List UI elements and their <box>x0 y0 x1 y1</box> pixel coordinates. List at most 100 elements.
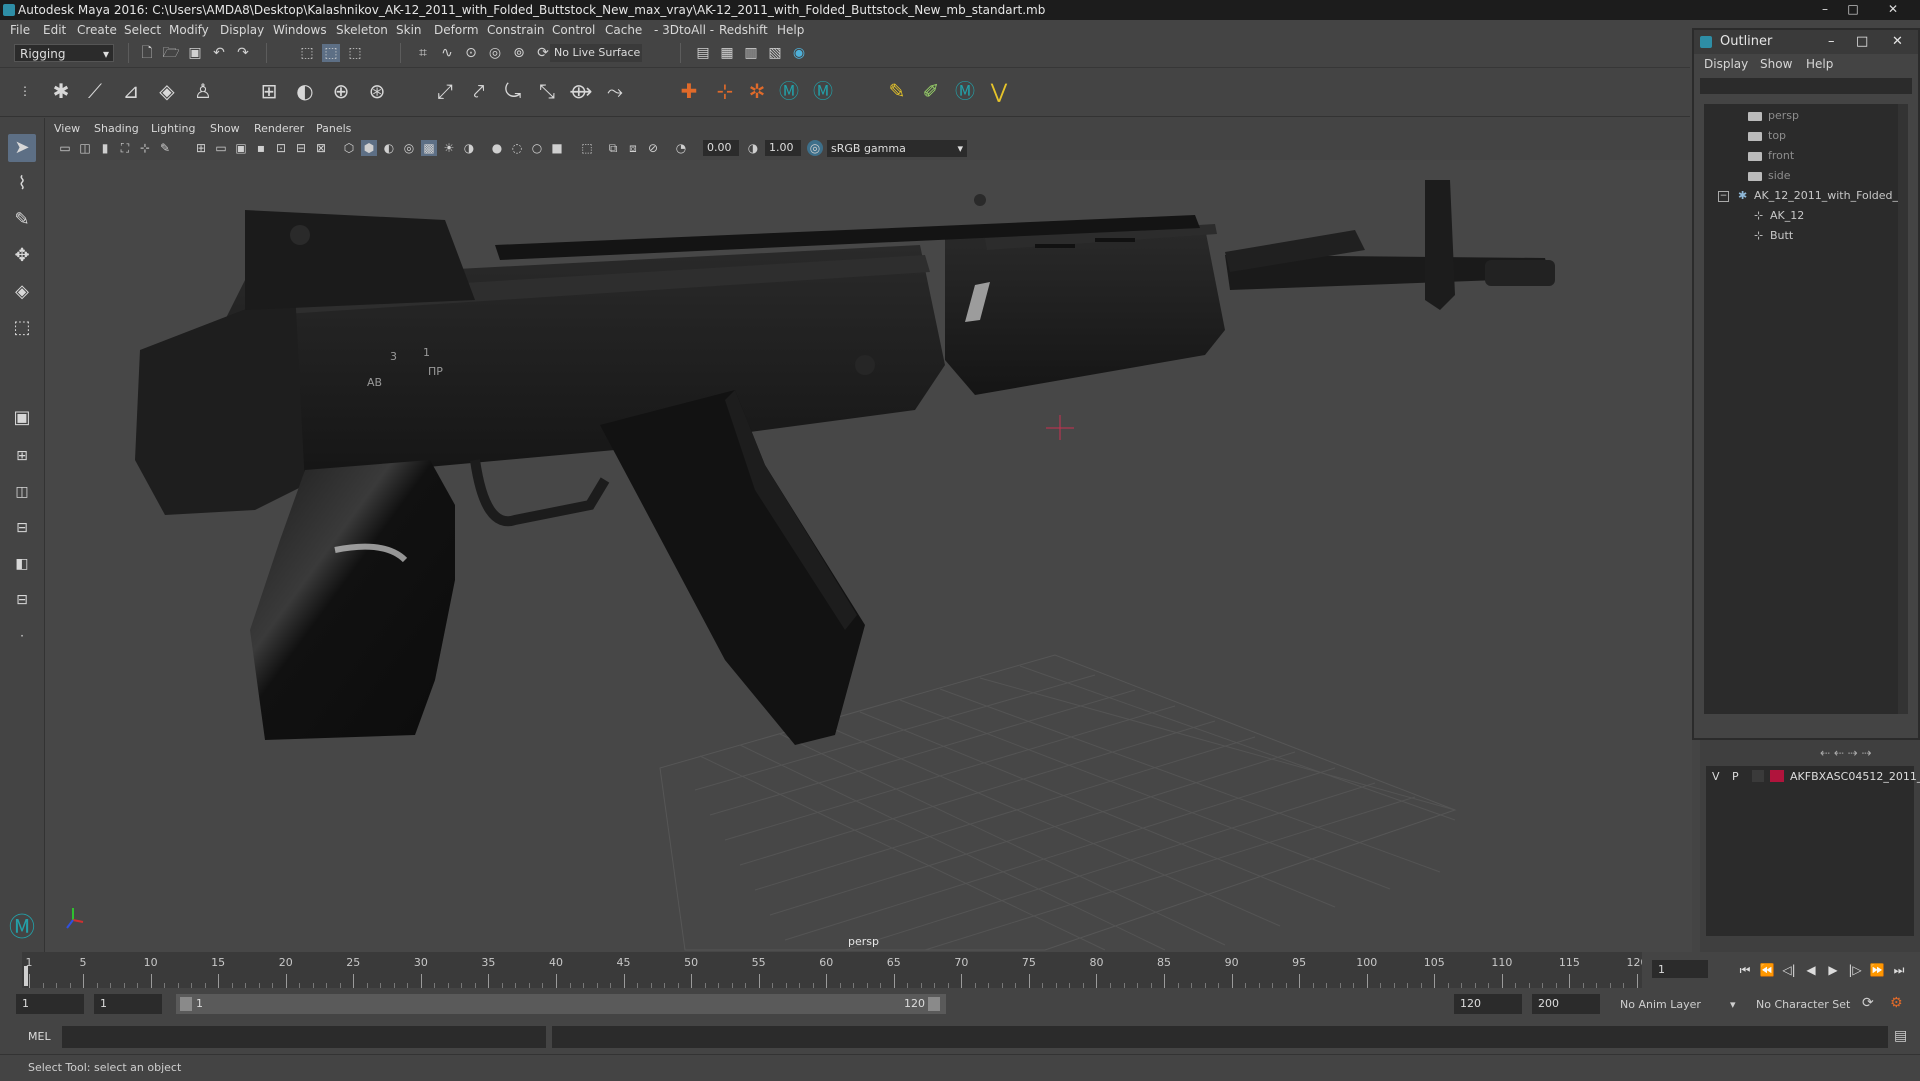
screen-space-ao-icon[interactable]: ● <box>489 140 505 156</box>
outliner-vscrollbar[interactable] <box>1898 104 1908 714</box>
2d-pan-zoom-icon[interactable]: ⊹ <box>137 140 153 156</box>
color-management-icon[interactable]: ◎ <box>807 140 823 156</box>
layer-playback-toggle[interactable]: P <box>1732 770 1739 783</box>
snap-grid-icon[interactable]: ⌗ <box>414 44 432 62</box>
menu-modify[interactable]: Modify <box>169 23 209 37</box>
motion-blur-icon[interactable]: ◌ <box>509 140 525 156</box>
step-forward-key-icon[interactable]: ⏩ <box>1868 962 1886 978</box>
maximize-button[interactable]: □ <box>1842 2 1864 17</box>
exposure-icon[interactable]: ◔ <box>673 140 689 156</box>
outliner-menu-display[interactable]: Display <box>1704 57 1748 71</box>
bookmark-icon[interactable]: ▮ <box>97 140 113 156</box>
menu-skeleton[interactable]: Skeleton <box>336 23 388 37</box>
panel-menu-lighting[interactable]: Lighting <box>151 122 195 135</box>
list-item[interactable]: side <box>1704 166 1908 186</box>
mocap-icon[interactable]: Ⓜ <box>952 78 978 104</box>
script-editor-icon[interactable]: ▤ <box>1894 1028 1910 1044</box>
render-view-icon[interactable]: ▧ <box>766 44 784 62</box>
redo-icon[interactable]: ↷ <box>234 44 252 62</box>
snap-view-icon[interactable]: ◎ <box>486 44 504 62</box>
step-back-key-icon[interactable]: ⏪ <box>1758 962 1776 978</box>
playback-end-field[interactable]: 120 <box>1454 994 1522 1014</box>
humanik-icon[interactable]: ♙ <box>190 78 216 104</box>
layer-ref-toggle[interactable] <box>1752 770 1764 782</box>
anti-aliasing-icon[interactable]: ○ <box>529 140 545 156</box>
exposure-field[interactable]: 0.00 <box>703 140 739 156</box>
outliner-menu-show[interactable]: Show <box>1760 57 1792 71</box>
list-item[interactable]: top <box>1704 126 1908 146</box>
cluster-handle-icon[interactable]: ⊹ <box>712 78 738 104</box>
use-all-lights-icon[interactable]: ☀ <box>441 140 457 156</box>
outliner-layout-icon[interactable]: ⊟ <box>8 586 36 614</box>
move-tool-icon[interactable]: ✥ <box>8 242 36 270</box>
command-input[interactable] <box>62 1026 546 1048</box>
script-language-toggle[interactable]: MEL <box>28 1030 51 1043</box>
point-constraint-icon[interactable]: ⤢ <box>432 78 458 104</box>
step-forward-frame-icon[interactable]: |▷ <box>1846 962 1864 978</box>
textured-icon[interactable]: ▩ <box>421 140 437 156</box>
rotate-tool-icon[interactable]: ◈ <box>8 278 36 306</box>
menu-skin[interactable]: Skin <box>396 23 422 37</box>
play-backward-icon[interactable]: ◀ <box>1802 962 1820 978</box>
save-scene-icon[interactable]: ▣ <box>186 44 204 62</box>
field-chart-icon[interactable]: ⊡ <box>273 140 289 156</box>
minimize-button[interactable]: – <box>1814 2 1836 17</box>
scale-constraint-icon[interactable]: ⤡ <box>534 78 560 104</box>
depth-of-field-icon[interactable]: ■ <box>549 140 565 156</box>
pole-vector-icon[interactable]: ⤳ <box>602 78 628 104</box>
ik-handle-icon[interactable]: ⟋ <box>82 78 108 104</box>
list-item[interactable]: ⊹ Butt <box>1704 226 1908 246</box>
outliner-maximize-button[interactable]: □ <box>1856 30 1868 54</box>
safe-title-icon[interactable]: ⊠ <box>313 140 329 156</box>
four-view-layout-icon[interactable]: ⊞ <box>8 442 36 470</box>
anim-layer-dropdown[interactable]: No Anim Layer ▾ <box>1620 998 1736 1011</box>
x-ray-joints-icon[interactable]: ⧈ <box>625 140 641 156</box>
new-scene-icon[interactable]: 🗋 <box>138 44 156 62</box>
menu-3dtoall[interactable]: - 3DtoAll - <box>654 23 714 37</box>
live-surface-field[interactable]: No Live Surface <box>550 44 642 62</box>
image-plane-icon[interactable]: ⛶ <box>117 140 133 156</box>
panel-menu-view[interactable]: View <box>54 122 80 135</box>
outliner-filter-field[interactable] <box>1700 78 1912 94</box>
list-item[interactable]: − ✱ AK_12_2011_with_Folded_B <box>1704 186 1908 206</box>
resolution-gate-icon[interactable]: ▣ <box>233 140 249 156</box>
persp-graph-layout-icon[interactable]: ⊟ <box>8 514 36 542</box>
paint-weights-icon[interactable]: ✎ <box>884 78 910 104</box>
menu-constrain[interactable]: Constrain <box>487 23 545 37</box>
hypershade-icon[interactable]: ◉ <box>790 44 808 62</box>
grid-icon[interactable]: ⊞ <box>193 140 209 156</box>
smooth-shade-icon[interactable]: ⬢ <box>361 140 377 156</box>
ipr-render-icon[interactable]: ▥ <box>742 44 760 62</box>
camera-select-icon[interactable]: ▭ <box>57 140 73 156</box>
step-back-frame-icon[interactable]: ◁| <box>1780 962 1798 978</box>
default-material-icon[interactable]: ◐ <box>381 140 397 156</box>
humanik-control-icon[interactable]: Ⓜ <box>810 78 836 104</box>
locator-icon[interactable]: ✚ <box>676 78 702 104</box>
list-item[interactable]: front <box>1704 146 1908 166</box>
wireframe-on-shaded-icon[interactable]: ◎ <box>401 140 417 156</box>
range-start-handle[interactable] <box>180 997 192 1011</box>
grease-pencil-icon[interactable]: ✎ <box>157 140 173 156</box>
play-forward-icon[interactable]: ▶ <box>1824 962 1842 978</box>
menu-file[interactable]: File <box>10 23 30 37</box>
close-button[interactable]: ✕ <box>1882 2 1904 17</box>
gate-mask-icon[interactable]: ▪ <box>253 140 269 156</box>
menu-windows[interactable]: Windows <box>273 23 327 37</box>
bind-skin-icon[interactable]: ◈ <box>154 78 180 104</box>
blendshape-icon[interactable]: ⊛ <box>364 78 390 104</box>
scale-tool-icon[interactable]: ⬚ <box>8 314 36 342</box>
layer-visible-toggle[interactable]: V <box>1712 770 1720 783</box>
go-to-start-icon[interactable]: ⏮ <box>1736 962 1754 978</box>
anim-start-field[interactable]: 1 <box>16 994 84 1014</box>
snap-live-icon[interactable]: ⊚ <box>510 44 528 62</box>
panel-menu-panels[interactable]: Panels <box>316 122 351 135</box>
lasso-tool-icon[interactable]: ⌇ <box>8 170 36 198</box>
auto-key-icon[interactable]: ⟳ <box>1862 995 1874 1011</box>
safe-action-icon[interactable]: ⊟ <box>293 140 309 156</box>
list-item[interactable]: persp <box>1704 106 1908 126</box>
humanik-character-icon[interactable]: Ⓜ <box>776 78 802 104</box>
time-slider[interactable]: 1 5 10 15 20 25 30 35 40 45 50 55 60 65 70 75 80 85 90 95 10… <box>22 952 1648 988</box>
layer-toolbar-icons[interactable]: ⇠ ⇠ ⇢ ⇢ <box>1820 746 1872 760</box>
render-settings-icon[interactable]: ▤ <box>694 44 712 62</box>
wireframe-icon[interactable]: ⬡ <box>341 140 357 156</box>
